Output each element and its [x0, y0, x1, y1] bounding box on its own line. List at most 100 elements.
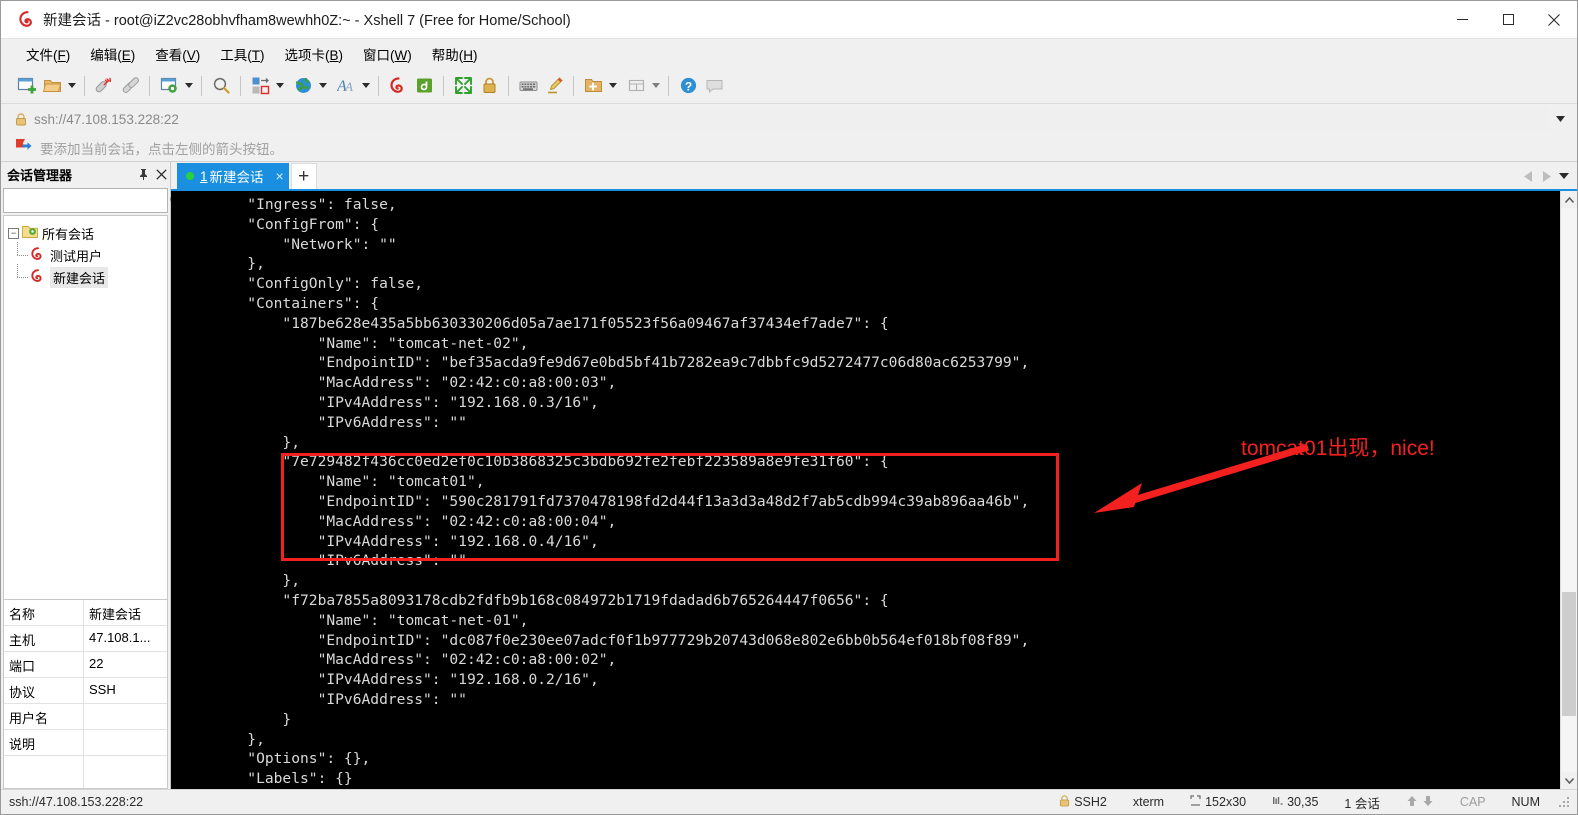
menu-window[interactable]: 窗口(W)	[354, 40, 421, 68]
new-folder-icon[interactable]	[580, 73, 606, 99]
new-tab-button[interactable]: +	[290, 163, 317, 189]
toolbar-separator	[240, 75, 241, 96]
xshell-session-icon	[30, 268, 46, 286]
xshell-icon[interactable]	[385, 73, 411, 99]
session-search-input[interactable]	[4, 193, 169, 208]
highlight-icon[interactable]	[541, 73, 567, 99]
layout-dropdown-caret-icon[interactable]	[649, 73, 662, 99]
terminal-line: "IPv4Address": "192.168.0.2/16",	[177, 671, 599, 689]
menu-edit-accel: E	[121, 47, 131, 63]
menu-edit-label: 编辑	[90, 47, 118, 63]
find-icon[interactable]	[208, 73, 234, 99]
lock-icon[interactable]	[476, 73, 502, 99]
status-security: SSH2	[1046, 794, 1120, 810]
pin-icon[interactable]	[134, 165, 152, 185]
session-properties-icon[interactable]	[156, 73, 182, 99]
session-properties-dropdown-caret-icon[interactable]	[182, 73, 195, 99]
feedback-icon[interactable]	[701, 73, 727, 99]
menu-tools-accel: T	[251, 47, 261, 63]
property-row-username: 用户名	[4, 704, 167, 730]
close-button[interactable]	[1531, 1, 1577, 38]
terminal-scrollbar[interactable]	[1560, 191, 1577, 789]
reconnect-icon[interactable]	[117, 73, 143, 99]
disconnect-icon[interactable]	[91, 73, 117, 99]
terminal-line: "EndpointID": "590c281791fd7370478198fd2…	[177, 492, 1030, 510]
terminal-line: "Options": {},	[177, 750, 371, 768]
tab-new-session[interactable]: 1 新建会话 ×	[177, 163, 289, 189]
property-key: 用户名	[4, 704, 84, 729]
status-num-lock: NUM	[1499, 795, 1553, 809]
font-icon[interactable]: A A	[333, 73, 359, 99]
minimize-button[interactable]	[1439, 1, 1485, 38]
transfer-icon[interactable]	[247, 73, 273, 99]
tab-menu-chevron-down-icon[interactable]	[1555, 165, 1573, 187]
open-folder-icon[interactable]	[39, 73, 65, 99]
property-row-name: 名称 新建会话	[4, 600, 167, 626]
globe-dropdown-caret-icon[interactable]	[316, 73, 329, 99]
scrollbar-thumb[interactable]	[1562, 591, 1576, 716]
address-input[interactable]: ssh://47.108.153.228:22	[7, 107, 1549, 131]
toolbar-separator	[573, 75, 574, 96]
scroll-down-chevron-down-icon[interactable]	[1561, 772, 1577, 789]
terminal-line: "IPv6Address": ""	[177, 413, 467, 431]
menu-view-accel: V	[186, 47, 196, 63]
open-folder-dropdown-caret-icon[interactable]	[65, 73, 78, 99]
status-term-type: xterm	[1120, 795, 1177, 809]
chevron-left-icon[interactable]	[1519, 165, 1537, 187]
address-dropdown-caret-icon[interactable]	[1549, 107, 1571, 131]
session-manager-header: 会话管理器	[1, 162, 170, 187]
terminal-line: "Network": ""	[177, 235, 397, 253]
transfer-dropdown-caret-icon[interactable]	[273, 73, 286, 99]
menu-tabs[interactable]: 选项卡(B)	[276, 40, 353, 68]
status-bar: ssh://47.108.153.228:22 SSH2 xterm 152x3…	[1, 789, 1577, 814]
property-row-protocol: 协议 SSH	[4, 678, 167, 704]
session-search-box[interactable]	[3, 188, 184, 213]
new-folder-dropdown-caret-icon[interactable]	[606, 73, 619, 99]
tree-collapse-toggle[interactable]: −	[8, 227, 19, 239]
tree-item-new-session[interactable]: 新建会话	[8, 264, 167, 288]
menu-help[interactable]: 帮助(H)	[423, 40, 487, 68]
terminal-line: "187be628e435a5bb630330206d05a7ae171f055…	[177, 314, 889, 332]
status-sessions-label: 1 会话	[1344, 796, 1380, 811]
chevron-right-icon[interactable]	[1537, 165, 1555, 187]
font-dropdown-caret-icon[interactable]	[359, 73, 372, 99]
tab-strip: 1 新建会话 × +	[171, 162, 1577, 189]
keyboard-icon[interactable]	[515, 73, 541, 99]
layout-icon[interactable]	[623, 73, 649, 99]
session-manager-title: 会话管理器	[7, 168, 73, 183]
help-icon[interactable]: ?	[675, 73, 701, 99]
svg-text:?: ?	[684, 79, 691, 93]
toolbar-separator	[201, 75, 202, 96]
property-value-blank	[84, 756, 167, 788]
menu-tools[interactable]: 工具(T)	[211, 40, 273, 68]
menu-file[interactable]: 文件(F)	[17, 40, 79, 68]
close-panel-icon[interactable]	[152, 165, 170, 185]
property-key: 主机	[4, 626, 84, 651]
property-key: 说明	[4, 730, 84, 755]
terminal-line: "IPv6Address": ""	[177, 690, 467, 708]
terminal-line: "Name": "tomcat-net-01",	[177, 611, 529, 629]
maximize-button[interactable]	[1485, 1, 1531, 38]
status-sessions: 1 会话	[1331, 793, 1392, 812]
menu-view[interactable]: 查看(V)	[146, 40, 209, 68]
tree-root-label: 所有会话	[42, 226, 95, 242]
tab-close-icon[interactable]: ×	[276, 168, 284, 184]
tree-item-test-user[interactable]: 测试用户	[8, 242, 167, 266]
xftp-icon[interactable]	[411, 73, 437, 99]
terminal-output[interactable]: "Ingress": false, "ConfigFrom": { "Netwo…	[171, 191, 1560, 789]
toolbar-separator	[378, 75, 379, 96]
scroll-up-chevron-up-icon[interactable]	[1561, 191, 1577, 208]
new-session-icon[interactable]	[13, 73, 39, 99]
tree-root-all-sessions[interactable]: − 所有会话	[8, 222, 167, 244]
property-row-host: 主机 47.108.1...	[4, 626, 167, 652]
menu-window-label: 窗口	[363, 47, 391, 63]
globe-icon[interactable]	[290, 73, 316, 99]
property-row-description: 说明	[4, 730, 167, 756]
lock-icon	[15, 112, 27, 126]
toolbar-separator	[149, 75, 150, 96]
resize-grip-icon[interactable]	[1557, 795, 1571, 809]
scrollbar-track[interactable]	[1561, 208, 1577, 772]
terminal-area: 1 新建会话 × + "Ingress": false, "ConfigFrom…	[171, 162, 1577, 789]
menu-edit[interactable]: 编辑(E)	[81, 40, 144, 68]
fullscreen-icon[interactable]	[450, 73, 476, 99]
